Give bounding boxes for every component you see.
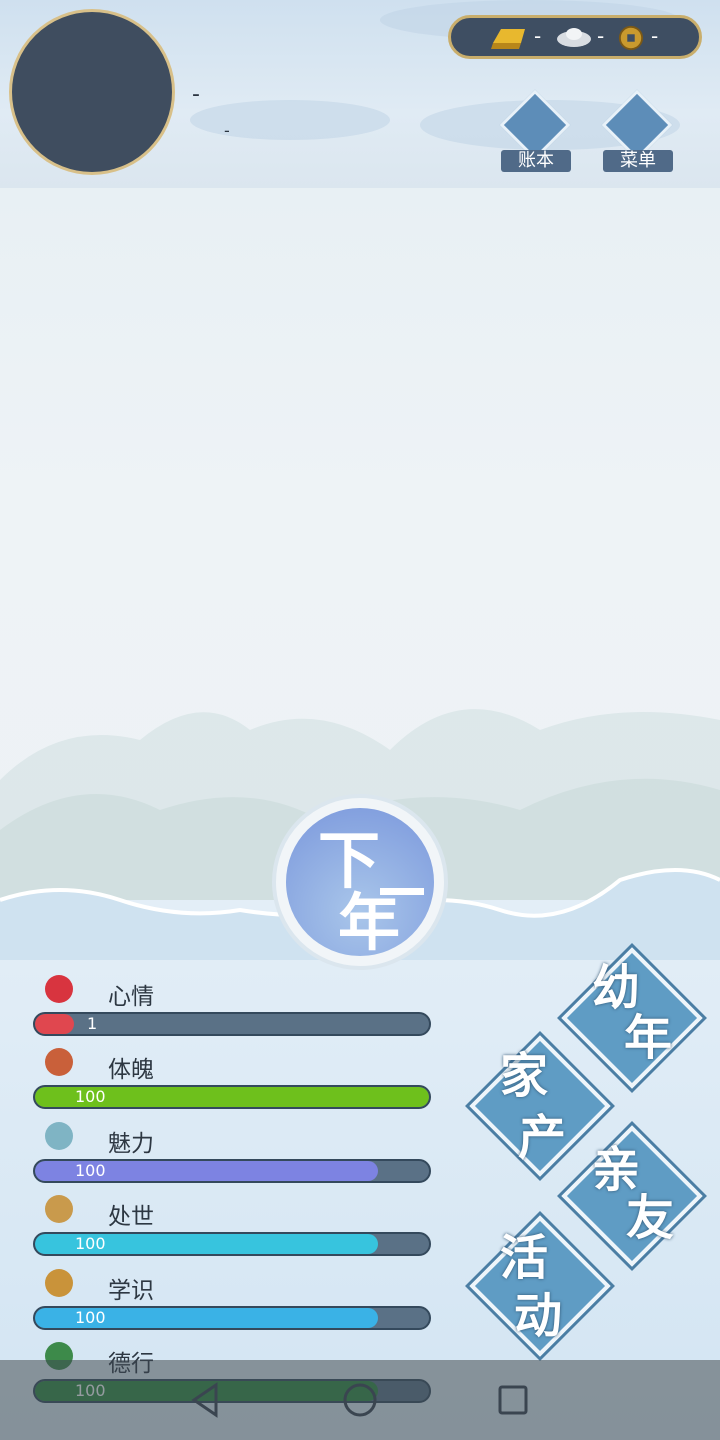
coin-value: -	[651, 24, 659, 48]
ledger-label: 账本	[501, 150, 571, 172]
activities-char-2: 动	[514, 1288, 563, 1344]
stat-bar: 100	[33, 1305, 431, 1330]
cloud-decoration	[190, 100, 390, 140]
stat-bar: 1	[33, 1012, 431, 1036]
property-char-1: 家	[500, 1048, 549, 1104]
menu-label: 菜单	[603, 150, 673, 172]
next-year-char-1: 下	[318, 824, 381, 897]
silver-value: -	[597, 24, 605, 48]
youth-char-1: 幼	[592, 960, 641, 1016]
gold-value: -	[534, 24, 542, 48]
stat-label: 体魄	[108, 1057, 154, 1084]
activities-button[interactable]: 活 动	[469, 1215, 611, 1357]
shoes-icon	[42, 1192, 76, 1226]
menu-button[interactable]: 菜单	[599, 89, 677, 182]
stat-bar: 100	[33, 1232, 431, 1257]
activities-char-1: 活	[500, 1230, 549, 1286]
flower-icon	[42, 972, 76, 1006]
character-title: -	[224, 121, 230, 140]
stat-value: 1	[87, 1014, 98, 1033]
stat-bar: 100	[33, 1158, 431, 1183]
stat-bar: 100	[33, 1085, 431, 1110]
home-icon[interactable]	[342, 1382, 378, 1418]
youth-char-2: 年	[624, 1010, 673, 1066]
recents-icon[interactable]	[497, 1384, 529, 1416]
stat-value: 100	[75, 1160, 106, 1180]
stat-bar-fill	[35, 1014, 75, 1034]
character-name: -	[192, 82, 200, 107]
property-char-2: 产	[518, 1110, 567, 1166]
next-year-char-2: 年	[338, 886, 401, 959]
next-year-face: 下 年	[286, 808, 434, 956]
next-year-button[interactable]: 下 年	[272, 794, 448, 970]
avatar[interactable]	[9, 9, 175, 175]
copper-coin-icon	[618, 25, 644, 51]
system-navigation-bar	[0, 1360, 720, 1440]
stat-label: 处世	[108, 1204, 154, 1231]
stat-value: 100	[75, 1307, 106, 1327]
currency-bar: - - -	[448, 15, 702, 59]
back-icon[interactable]	[190, 1382, 220, 1418]
stat-label: 学识	[108, 1277, 154, 1304]
mirror-icon	[42, 1119, 76, 1153]
relatives-char-1: 亲	[592, 1142, 641, 1198]
hydrant-icon	[42, 1045, 76, 1079]
book-rack-icon	[42, 1266, 76, 1300]
stat-label: 心情	[108, 984, 154, 1010]
stat-label: 魅力	[108, 1130, 154, 1157]
silver-ingot-icon	[557, 28, 591, 47]
stat-value: 100	[75, 1234, 106, 1254]
ledger-button[interactable]: 账本	[497, 89, 575, 182]
relatives-char-2: 友	[626, 1190, 675, 1246]
stat-value: 100	[75, 1087, 106, 1107]
gold-bar-icon	[491, 29, 525, 49]
